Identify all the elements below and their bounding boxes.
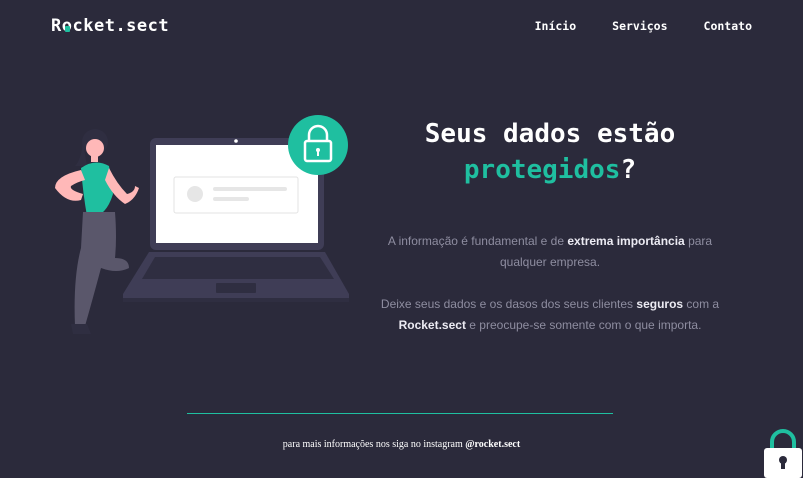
hero-title-accent: protegidos [463, 155, 621, 185]
hero-illustration [55, 115, 349, 334]
nav-contato[interactable]: Contato [704, 19, 752, 33]
logo-text-end: cket.sect [72, 16, 170, 36]
hero-paragraph-1: A informação é fundamental e de extrema … [387, 234, 713, 269]
emphasis-brand: Rocket.sect [398, 318, 466, 332]
hero-title: Seus dados estão protegidos? [370, 116, 730, 188]
hero-title-line1: Seus dados estão [424, 119, 676, 149]
emphasis-extrema-importancia: extrema importância [567, 234, 685, 248]
logo-lock-o: o [62, 16, 73, 36]
main-nav: Início Serviços Contato [535, 19, 752, 33]
hero-title-line2: protegidos? [370, 152, 730, 188]
nav-inicio[interactable]: Início [535, 19, 577, 33]
instagram-handle[interactable]: @rocket.sect [465, 439, 520, 450]
padlock-icon [288, 115, 348, 175]
logo-text-start: R [51, 16, 62, 36]
footer-note: para mais informações nos siga no instag… [282, 439, 521, 450]
padlock-icon[interactable] [762, 428, 803, 478]
hero-title-question: ? [620, 155, 637, 185]
nav-servicos[interactable]: Serviços [612, 19, 667, 33]
hero-paragraph-2: Deixe seus dados e os dasos dos seus cli… [380, 297, 720, 332]
footer-divider [187, 413, 613, 414]
logo[interactable]: Rocket.sect [51, 16, 169, 36]
woman-illustration [55, 129, 139, 334]
emphasis-seguros: seguros [636, 297, 684, 311]
logo-lock-icon [64, 26, 70, 33]
